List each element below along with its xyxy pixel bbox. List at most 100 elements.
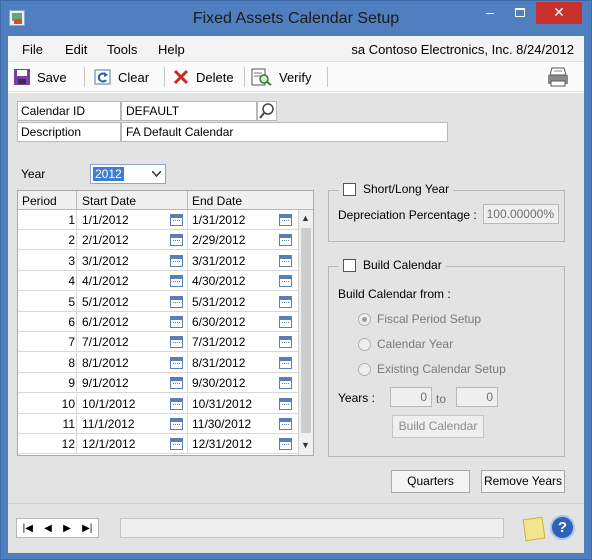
scroll-thumb[interactable] (301, 228, 311, 433)
end-date-cell[interactable]: 4/30/2012 (192, 274, 245, 288)
table-row[interactable]: 8 8/1/2012 8/31/2012 (18, 352, 298, 373)
maximize-button[interactable] (505, 2, 535, 24)
radio-button[interactable] (358, 362, 371, 376)
next-record-icon[interactable]: ▶ (63, 523, 71, 534)
print-button[interactable] (545, 66, 577, 88)
previous-record-icon[interactable]: ◀ (44, 523, 52, 534)
table-row[interactable]: 10 10/1/2012 10/31/2012 (18, 393, 298, 414)
calendar-icon[interactable] (170, 214, 183, 226)
menu-file[interactable]: File (22, 42, 43, 57)
calendar-icon[interactable] (170, 275, 183, 288)
calendar-icon[interactable] (279, 295, 292, 308)
start-date-cell[interactable]: 11/1/2012 (82, 417, 135, 431)
table-row[interactable]: 6 6/1/2012 6/30/2012 (18, 312, 298, 332)
start-date-cell[interactable]: 10/1/2012 (82, 397, 135, 411)
end-date-cell[interactable]: 12/31/2012 (192, 437, 252, 451)
calendar-icon[interactable] (279, 356, 292, 369)
calendar-icon[interactable] (279, 377, 292, 390)
end-date-cell[interactable]: 8/31/2012 (192, 356, 245, 370)
calendar-id-field[interactable]: DEFAULT (121, 101, 257, 121)
start-date-cell[interactable]: 8/1/2012 (82, 356, 129, 370)
end-date-cell[interactable]: 7/31/2012 (192, 335, 245, 349)
scroll-down-icon[interactable]: ▼ (301, 440, 310, 450)
start-date-cell[interactable]: 9/1/2012 (82, 376, 129, 390)
grid-scrollbar[interactable]: ▲ ▼ (298, 210, 313, 455)
calendar-icon[interactable] (279, 254, 292, 267)
end-date-cell[interactable]: 2/29/2012 (192, 233, 245, 247)
table-row[interactable]: 5 5/1/2012 5/31/2012 (18, 291, 298, 312)
menu-help[interactable]: Help (158, 42, 185, 57)
column-header-period[interactable]: Period (22, 194, 57, 208)
calendar-icon[interactable] (279, 418, 292, 430)
calendar-icon[interactable] (170, 234, 183, 247)
end-date-cell[interactable]: 9/30/2012 (192, 376, 245, 390)
end-date-cell[interactable]: 10/31/2012 (192, 397, 252, 411)
radio-fiscal-period-setup[interactable]: Fiscal Period Setup (358, 312, 481, 326)
column-header-start-date[interactable]: Start Date (82, 194, 136, 208)
calendar-icon[interactable] (279, 275, 292, 288)
quarters-button[interactable]: Quarters (391, 470, 470, 493)
close-button[interactable]: ✕ (536, 2, 582, 24)
table-row[interactable]: 2 2/1/2012 2/29/2012 (18, 230, 298, 251)
build-calendar-checkbox[interactable] (343, 258, 356, 272)
build-calendar-toggle[interactable]: Build Calendar (339, 258, 446, 272)
radio-button[interactable] (358, 337, 371, 351)
end-date-cell[interactable]: 6/30/2012 (192, 315, 245, 329)
calendar-icon[interactable] (279, 336, 292, 349)
table-row[interactable]: 3 3/1/2012 3/31/2012 (18, 250, 298, 271)
calendar-icon[interactable] (170, 356, 183, 369)
note-icon[interactable] (522, 516, 546, 542)
start-date-cell[interactable]: 12/1/2012 (82, 437, 135, 451)
remove-years-button[interactable]: Remove Years (481, 470, 565, 493)
calendar-icon[interactable] (279, 234, 292, 247)
calendar-icon[interactable] (279, 214, 292, 226)
menu-tools[interactable]: Tools (107, 42, 137, 57)
column-header-end-date[interactable]: End Date (192, 194, 242, 208)
calendar-icon[interactable] (170, 336, 183, 349)
verify-button[interactable]: Verify (251, 66, 312, 88)
end-date-cell[interactable]: 11/30/2012 (192, 417, 251, 431)
short-long-year-toggle[interactable]: Short/Long Year (339, 182, 454, 196)
year-dropdown[interactable]: 2012 (90, 164, 166, 184)
calendar-icon[interactable] (170, 438, 183, 451)
calendar-icon[interactable] (170, 397, 183, 410)
calendar-icon[interactable] (170, 254, 183, 267)
calendar-icon[interactable] (279, 438, 292, 451)
calendar-icon[interactable] (170, 295, 183, 308)
calendar-icon[interactable] (170, 418, 183, 430)
help-icon[interactable]: ? (550, 515, 575, 540)
start-date-cell[interactable]: 5/1/2012 (82, 295, 129, 309)
lookup-button[interactable] (257, 101, 277, 121)
table-row[interactable]: 12 12/1/2012 12/31/2012 (18, 434, 298, 455)
table-row[interactable]: 4 4/1/2012 4/30/2012 (18, 271, 298, 292)
radio-calendar-year[interactable]: Calendar Year (358, 337, 453, 351)
start-date-cell[interactable]: 2/1/2012 (82, 233, 129, 247)
last-record-icon[interactable]: ▶| (82, 523, 92, 534)
title-bar[interactable]: Fixed Assets Calendar Setup – ✕ (1, 1, 591, 36)
table-row[interactable]: 7 7/1/2012 7/31/2012 (18, 332, 298, 353)
menu-edit[interactable]: Edit (65, 42, 87, 57)
first-record-icon[interactable]: |◀ (23, 523, 33, 534)
clear-button[interactable]: Clear (94, 66, 149, 88)
calendar-icon[interactable] (279, 397, 292, 410)
end-date-cell[interactable]: 3/31/2012 (192, 254, 245, 268)
scroll-up-icon[interactable]: ▲ (301, 213, 310, 223)
table-row[interactable]: 1 1/1/2012 1/31/2012 (18, 210, 298, 230)
start-date-cell[interactable]: 1/1/2012 (82, 213, 129, 227)
table-row[interactable]: 11 11/1/2012 11/30/2012 (18, 414, 298, 434)
description-field[interactable]: FA Default Calendar (121, 122, 448, 142)
end-date-cell[interactable]: 5/31/2012 (192, 295, 245, 309)
minimize-button[interactable]: – (475, 2, 505, 24)
end-date-cell[interactable]: 1/31/2012 (192, 213, 245, 227)
radio-existing-calendar-setup[interactable]: Existing Calendar Setup (358, 362, 506, 376)
table-row[interactable]: 9 9/1/2012 9/30/2012 (18, 373, 298, 394)
start-date-cell[interactable]: 7/1/2012 (82, 335, 129, 349)
start-date-cell[interactable]: 4/1/2012 (82, 274, 129, 288)
short-long-year-checkbox[interactable] (343, 182, 356, 196)
radio-button[interactable] (358, 312, 371, 326)
calendar-icon[interactable] (170, 316, 183, 328)
delete-button[interactable]: Delete (172, 66, 234, 88)
save-button[interactable]: Save (13, 66, 67, 88)
start-date-cell[interactable]: 3/1/2012 (82, 254, 129, 268)
calendar-icon[interactable] (170, 377, 183, 390)
